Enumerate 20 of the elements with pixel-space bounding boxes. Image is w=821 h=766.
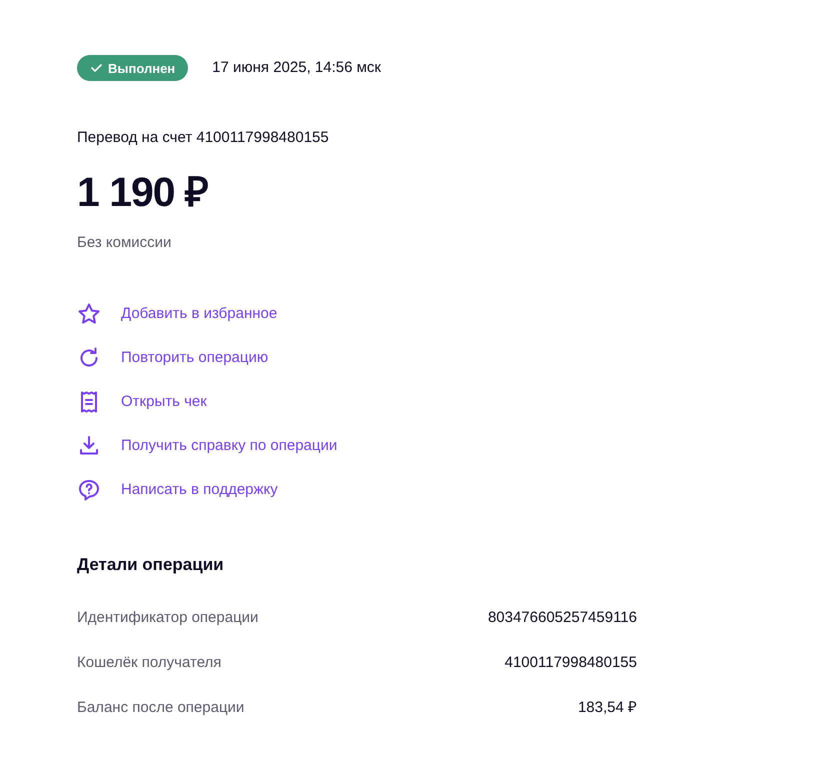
- detail-label: Идентификатор операции: [77, 608, 258, 628]
- fee-note: Без комиссии: [77, 233, 172, 253]
- action-link[interactable]: Написать в поддержку: [121, 480, 278, 500]
- transfer-description: Перевод на счет 4100117998480155: [77, 128, 330, 148]
- star-icon: [77, 302, 101, 326]
- status-label: Выполнен: [108, 62, 176, 74]
- action-link[interactable]: Повторить операцию: [121, 348, 268, 368]
- action-link[interactable]: Добавить в избранное: [121, 304, 278, 324]
- detail-value: 4100117998480155: [504, 652, 637, 672]
- action-link[interactable]: Открыть чек: [121, 392, 207, 412]
- details-heading: Детали операции: [77, 554, 224, 576]
- detail-value: 803476605257459116: [488, 608, 637, 628]
- transfer-amount: 1 190 ₽: [77, 168, 208, 216]
- detail-value: 183,54 ₽: [578, 698, 637, 718]
- action-link[interactable]: Получить справку по операции: [121, 436, 338, 456]
- checkmark-icon: [91, 64, 102, 72]
- detail-label: Баланс после операции: [77, 698, 244, 718]
- operation-date: 17 июня 2025, 14:56 мск: [212, 58, 381, 78]
- detail-label: Кошелёк получателя: [77, 652, 222, 672]
- question-bubble-icon: [77, 478, 101, 502]
